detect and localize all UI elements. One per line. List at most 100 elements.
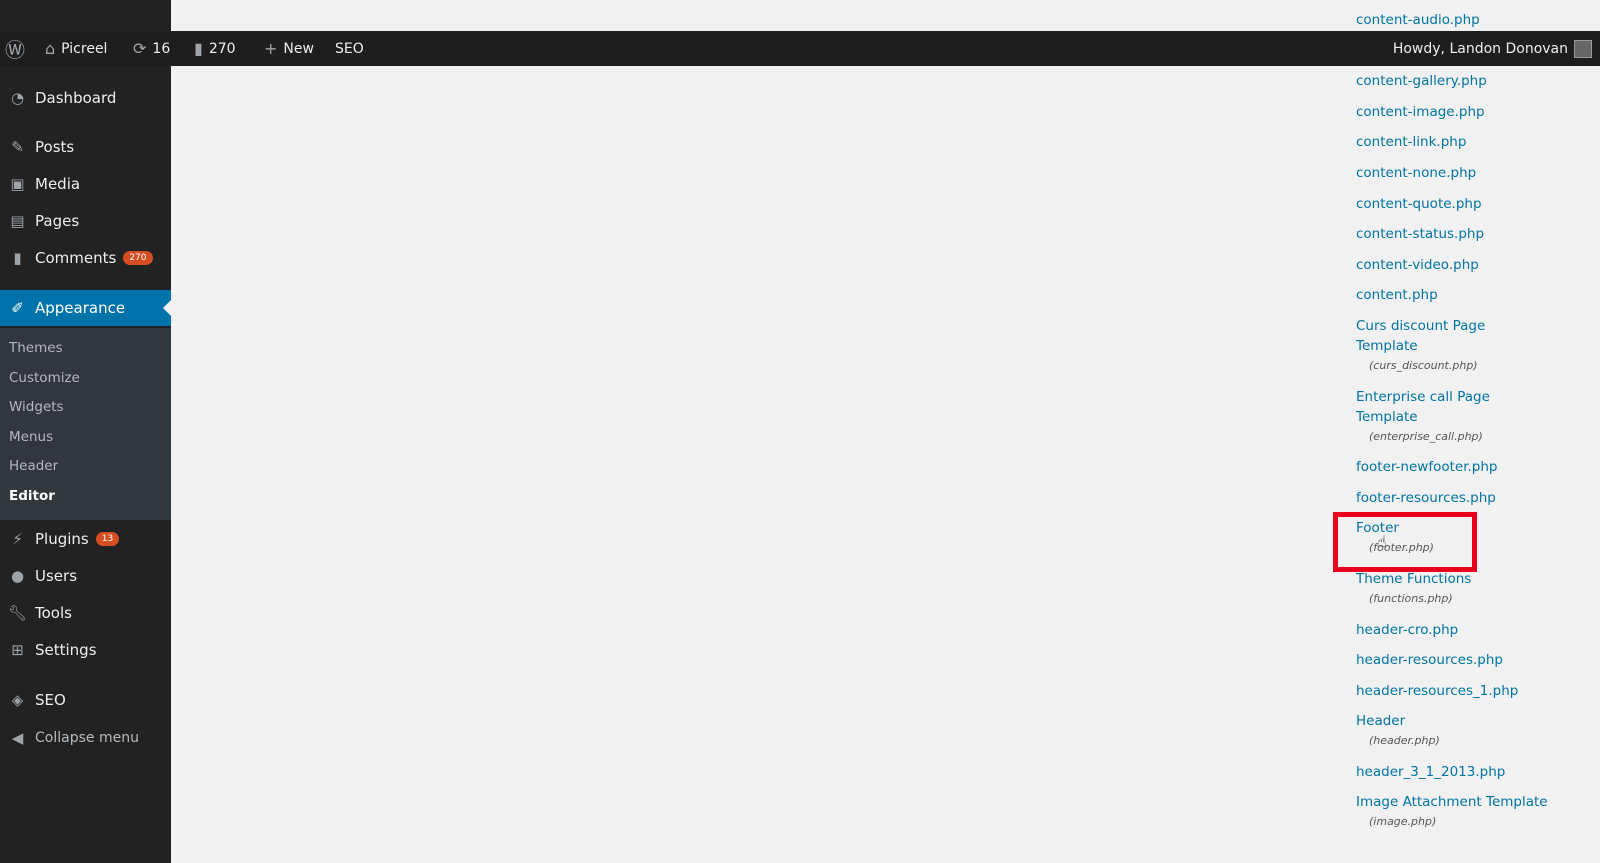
plugin-icon: ⚡: [12, 530, 23, 548]
menu-label: SEO: [35, 691, 66, 709]
file-link[interactable]: content-gallery.php: [1356, 71, 1596, 91]
wordpress-logo-icon[interactable]: Ⓦ: [5, 31, 25, 66]
file-link[interactable]: header_3_1_2013.php: [1356, 762, 1596, 782]
menu-label: Tools: [35, 604, 72, 622]
comment-icon: ▮: [194, 39, 203, 58]
menu-label: Media: [35, 175, 81, 193]
file-item: header_3_1_2013.php: [1356, 762, 1596, 782]
file-link[interactable]: content-none.php: [1356, 163, 1596, 183]
file-item: content-audio.php: [1356, 10, 1596, 30]
file-link[interactable]: content-status.php: [1356, 224, 1596, 244]
collapse-menu-button[interactable]: ◀ Collapse menu: [0, 720, 171, 756]
file-item: footer-newfooter.php: [1356, 457, 1596, 477]
pages-icon: ▤: [10, 212, 25, 230]
sidebar-item-comments[interactable]: ▮ Comments 270: [0, 240, 171, 276]
seo-label: SEO: [335, 40, 364, 57]
comment-icon: ▮: [13, 249, 22, 267]
updates-link[interactable]: ⟳ 16: [133, 31, 170, 66]
sidebar-item-settings[interactable]: ⊞ Settings: [0, 632, 171, 668]
menu-label: Dashboard: [35, 89, 117, 107]
menu-label: Plugins: [35, 530, 89, 548]
dashboard-icon: ◔: [10, 89, 25, 107]
file-link[interactable]: content-audio.php: [1356, 10, 1596, 30]
comments-count: 270: [208, 40, 236, 57]
brush-icon: ✐: [11, 299, 24, 317]
file-item: header-cro.php: [1356, 620, 1596, 640]
file-link[interactable]: content.php: [1356, 285, 1596, 305]
file-name: (curs_discount.php): [1369, 358, 1478, 372]
file-link[interactable]: header-resources.php: [1356, 650, 1596, 670]
appearance-submenu: Themes Customize Widgets Menus Header Ed…: [0, 328, 171, 520]
hand-cursor-icon: ☝: [1377, 532, 1387, 551]
menu-label: Settings: [35, 641, 97, 659]
file-link[interactable]: content-video.php: [1356, 255, 1596, 275]
avatar: [1574, 39, 1592, 58]
theme-files-list: content-audio.php content-gallery.php cont…: [1356, 10, 1596, 843]
sidebar-item-posts[interactable]: ✎ Posts: [0, 129, 171, 165]
new-label: New: [283, 40, 314, 57]
file-link[interactable]: content-link.php: [1356, 132, 1596, 152]
file-name: (image.php): [1369, 815, 1437, 829]
sidebar-item-dashboard[interactable]: ◔ Dashboard: [0, 80, 171, 116]
media-icon: ▣: [10, 175, 25, 193]
file-item: header-resources.php: [1356, 650, 1596, 670]
new-link[interactable]: + New: [264, 31, 314, 66]
file-item: Image Attachment Template (image.php): [1356, 792, 1596, 832]
submenu-customize[interactable]: Customize: [9, 370, 80, 386]
file-name: (header.php): [1369, 734, 1440, 748]
file-item: Enterprise call Page Template (enterprise…: [1356, 387, 1596, 447]
admin-bar: Ⓦ ⌂ Picreel ⟳ 16 ▮ 270 + New SEO Howdy, Land…: [0, 31, 1600, 66]
file-name: (functions.php): [1369, 591, 1453, 605]
file-link[interactable]: Enterprise call Page Template: [1356, 387, 1596, 427]
highlight-box: [1333, 512, 1477, 572]
file-link[interactable]: Image Attachment Template: [1356, 792, 1596, 812]
account-menu[interactable]: Howdy, Landon Donovan: [1393, 31, 1592, 66]
site-link[interactable]: ⌂ Picreel: [45, 31, 107, 66]
updates-icon: ⟳: [133, 39, 147, 58]
file-item: footer-resources.php: [1356, 488, 1596, 508]
seo-link[interactable]: SEO: [335, 31, 364, 66]
file-link[interactable]: header-resources_1.php: [1356, 681, 1596, 701]
file-link[interactable]: content-image.php: [1356, 102, 1596, 122]
user-icon: ●: [10, 567, 25, 585]
file-item: content-video.php: [1356, 255, 1596, 275]
submenu-themes[interactable]: Themes: [9, 340, 63, 356]
sidebar-item-appearance[interactable]: ✐ Appearance: [0, 290, 171, 326]
howdy-text: Howdy, Landon Donovan: [1392, 40, 1568, 57]
submenu-menus[interactable]: Menus: [9, 429, 53, 445]
sidebar-item-plugins[interactable]: ⚡ Plugins 13: [0, 521, 171, 557]
sidebar-item-pages[interactable]: ▤ Pages: [0, 203, 171, 239]
file-link[interactable]: footer-resources.php: [1356, 488, 1596, 508]
plus-icon: +: [264, 39, 278, 58]
settings-icon: ⊞: [11, 641, 24, 659]
menu-label: Users: [35, 567, 78, 585]
sidebar-item-tools[interactable]: 🔧︎ Tools: [0, 595, 171, 631]
wrench-icon: 🔧︎: [7, 604, 28, 622]
menu-label: Posts: [35, 138, 75, 156]
sidebar-item-users[interactable]: ● Users: [0, 558, 171, 594]
submenu-editor[interactable]: Editor: [9, 488, 55, 504]
collapse-icon: ◀: [11, 729, 24, 747]
file-item: content-status.php: [1356, 224, 1596, 244]
sidebar-item-media[interactable]: ▣ Media: [0, 166, 171, 202]
file-link[interactable]: Curs discount Page Template: [1356, 316, 1596, 356]
file-link[interactable]: header-cro.php: [1356, 620, 1596, 640]
submenu-widgets[interactable]: Widgets: [9, 399, 64, 415]
file-link[interactable]: Header: [1356, 711, 1596, 731]
file-link[interactable]: content-quote.php: [1356, 194, 1596, 214]
menu-label: Appearance: [35, 299, 126, 317]
comments-badge: 270: [123, 251, 153, 265]
sidebar-item-seo[interactable]: ◈ SEO: [0, 682, 171, 718]
plugins-badge: 13: [95, 532, 120, 546]
admin-sidebar: ◔ Dashboard ✎ Posts ▣ Media ▤ Pages ▮ Comment…: [0, 0, 171, 863]
file-item: content-image.php: [1356, 102, 1596, 122]
file-item: header-resources_1.php: [1356, 681, 1596, 701]
comments-link[interactable]: ▮ 270: [194, 31, 236, 66]
submenu-header[interactable]: Header: [9, 458, 58, 474]
updates-count: 16: [152, 40, 171, 57]
pin-icon: ✎: [11, 138, 24, 156]
file-item: Theme Functions (functions.php): [1356, 569, 1596, 609]
menu-label: Pages: [35, 212, 80, 230]
site-name: Picreel: [61, 40, 108, 57]
file-link[interactable]: footer-newfooter.php: [1356, 457, 1596, 477]
